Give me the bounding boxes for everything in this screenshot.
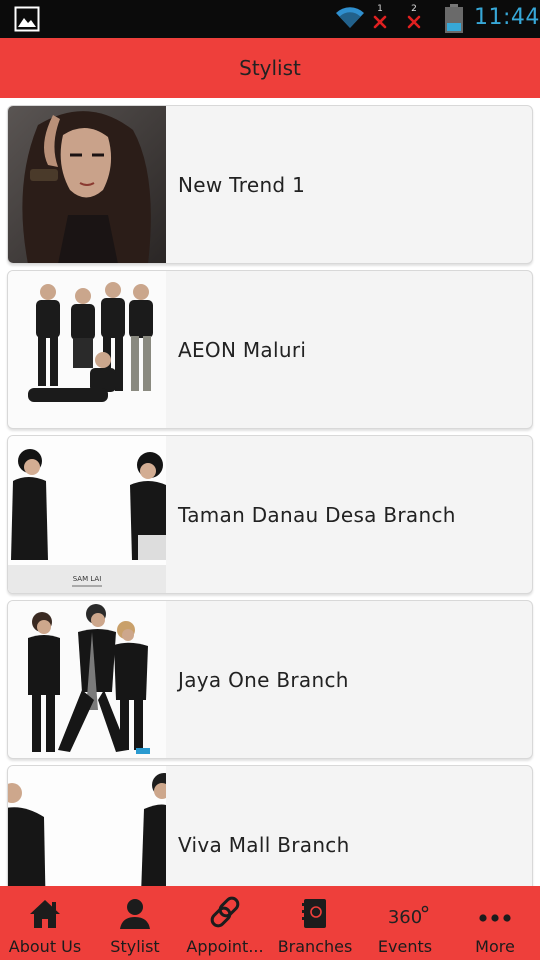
branch-name: Jaya One Branch	[178, 667, 349, 692]
photo-caption: SAM LAI	[73, 575, 102, 583]
360-icon-text: 360	[387, 907, 423, 928]
nav-appointment[interactable]: Appoint...	[180, 886, 270, 960]
branch-card-new-trend-1[interactable]: New Trend 1	[7, 105, 533, 264]
branch-photo: SAM LAI	[8, 436, 166, 593]
more-icon	[450, 886, 540, 930]
branch-photo	[8, 766, 166, 886]
branch-name: New Trend 1	[178, 172, 306, 197]
branch-photo	[8, 601, 166, 758]
sim1-number: 1	[377, 4, 383, 14]
sim2-no-signal-icon: 2	[401, 4, 427, 34]
branch-list[interactable]: New Trend 1 AEON Maluri SAM LAI Taman Da…	[0, 98, 540, 886]
nav-label: Branches	[277, 937, 353, 956]
branch-photo	[8, 106, 166, 263]
nav-branches[interactable]: Branches	[270, 886, 360, 960]
nav-stylist[interactable]: Stylist	[90, 886, 180, 960]
branch-card-jaya-one[interactable]: Jaya One Branch	[7, 600, 533, 759]
nav-label: More	[475, 937, 515, 956]
header-bar: Stylist	[0, 38, 540, 98]
branch-card-aeon-maluri[interactable]: AEON Maluri	[7, 270, 533, 429]
bottom-nav: About Us Stylist Appoint... Branches 360…	[0, 886, 540, 960]
branch-name: Taman Danau Desa Branch	[178, 502, 456, 527]
nav-about-us[interactable]: About Us	[0, 886, 90, 960]
nav-label: Events	[377, 937, 433, 956]
battery-icon	[445, 4, 463, 33]
sim2-number: 2	[411, 4, 417, 14]
branch-card-viva-mall[interactable]: Viva Mall Branch	[7, 765, 533, 886]
nav-label: About Us	[8, 937, 82, 956]
branch-card-taman-danau-desa[interactable]: SAM LAI Taman Danau Desa Branch	[7, 435, 533, 594]
branch-name: Viva Mall Branch	[178, 832, 350, 857]
sim1-no-signal-icon: 1	[367, 4, 393, 34]
branch-photo	[8, 271, 166, 428]
nav-label: Appoint...	[186, 937, 264, 956]
nav-label: Stylist	[110, 937, 160, 956]
branch-name: AEON Maluri	[178, 337, 307, 362]
link-icon	[180, 886, 270, 930]
nav-events[interactable]: 360 Events	[360, 886, 450, 960]
page-title: Stylist	[239, 56, 301, 80]
360-icon: 360	[360, 886, 450, 930]
status-clock: 11:44	[474, 5, 540, 30]
wifi-icon	[336, 7, 364, 28]
nav-more[interactable]: More	[450, 886, 540, 960]
person-icon	[90, 886, 180, 930]
gallery-icon	[14, 6, 40, 32]
book-icon	[270, 886, 360, 930]
home-icon	[0, 886, 90, 930]
status-bar: 1 2 11:44	[0, 0, 540, 38]
